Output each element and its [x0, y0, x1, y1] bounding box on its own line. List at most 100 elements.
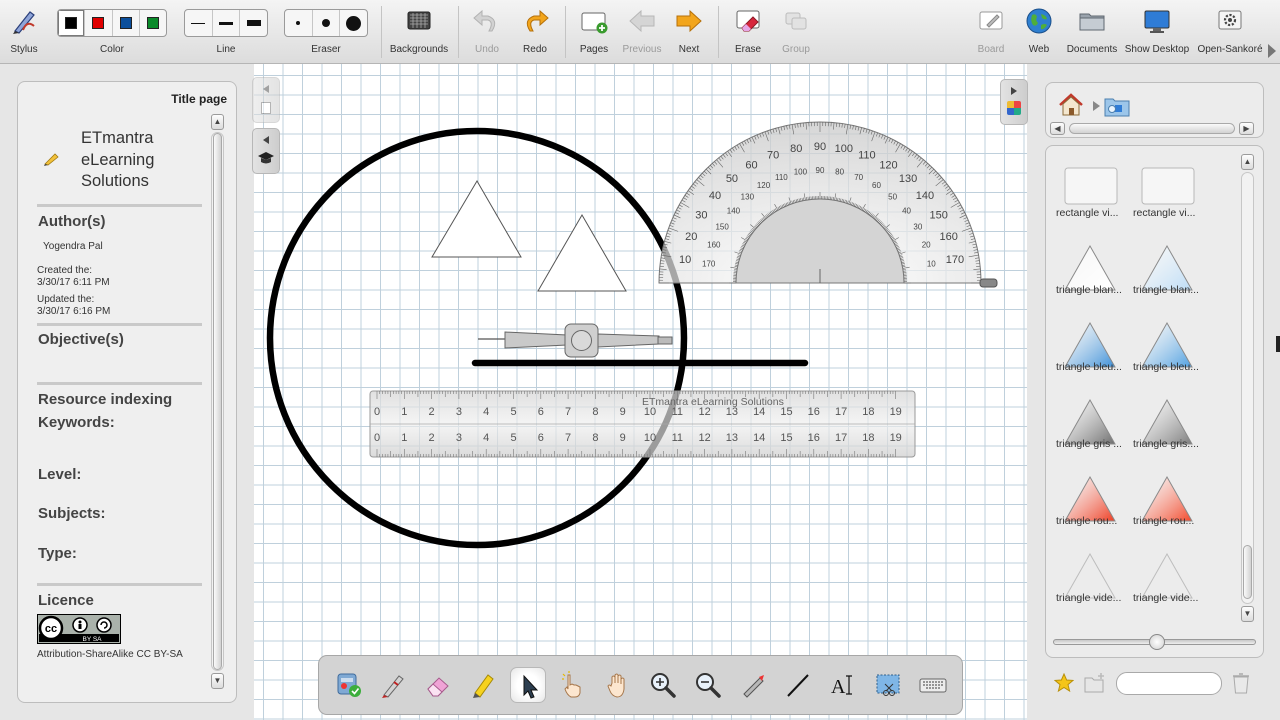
library-item[interactable]: triangle rou...: [1133, 474, 1208, 544]
tools-dock: A: [318, 655, 963, 715]
protractor-number: 50: [726, 173, 738, 185]
library-item[interactable]: rectangle vi...: [1056, 166, 1131, 236]
library-item[interactable]: triangle gris ...: [1056, 397, 1131, 467]
text-tool-button[interactable]: A: [825, 667, 861, 703]
library-item[interactable]: triangle vide...: [1133, 551, 1208, 621]
erase-button[interactable]: Erase: [726, 0, 770, 64]
ruler-number: 19: [890, 432, 902, 444]
zoom-in-tool-button[interactable]: [645, 667, 681, 703]
show-desktop-button[interactable]: Show Desktop: [1123, 0, 1191, 64]
compass-tool[interactable]: [478, 323, 673, 358]
document-properties-tab[interactable]: [252, 128, 280, 174]
shapes-folder-icon[interactable]: [1103, 94, 1131, 118]
library-item[interactable]: triangle blan...: [1133, 243, 1208, 313]
ruler-number: 6: [538, 406, 544, 418]
pen-tool-button[interactable]: [375, 667, 411, 703]
library-panel-tab[interactable]: [1000, 79, 1028, 125]
scroll-down-button[interactable]: ▼: [211, 673, 224, 689]
laser-pointer-tool-button[interactable]: [735, 667, 771, 703]
next-button[interactable]: Next: [667, 0, 711, 64]
scroll-down-button[interactable]: ▼: [1241, 606, 1254, 622]
group-button[interactable]: Group: [774, 0, 818, 64]
triangle-shape[interactable]: [537, 214, 627, 292]
keyboard-icon: [919, 678, 947, 693]
library-item[interactable]: triangle bleu...: [1133, 320, 1208, 390]
scroll-right-button[interactable]: ▶: [1239, 122, 1254, 135]
select-all-tool-button[interactable]: [331, 667, 367, 703]
open-sankore-button[interactable]: Open-Sankoré: [1194, 0, 1266, 64]
library-item[interactable]: triangle vide...: [1056, 551, 1131, 621]
protractor-number: 50: [888, 192, 897, 201]
edit-pencil-icon[interactable]: [44, 152, 60, 166]
left-panel-scrollbar[interactable]: ▲ ▼: [211, 114, 224, 689]
slider-handle[interactable]: [1149, 634, 1165, 650]
scroll-thumb[interactable]: [1243, 545, 1252, 599]
capture-tool-button[interactable]: [870, 667, 906, 703]
board-mode-button[interactable]: Board: [969, 0, 1013, 64]
erase-board-icon: [736, 10, 760, 32]
library-item-label: triangle rou...: [1133, 515, 1195, 527]
library-item[interactable]: triangle rou...: [1056, 474, 1131, 544]
ruler-number: 11: [672, 432, 683, 444]
home-icon[interactable]: [1058, 93, 1084, 117]
favorites-star-icon[interactable]: [1054, 673, 1074, 693]
protractor-number: 70: [854, 173, 863, 182]
library-scrollbar[interactable]: ▲ ▼: [1241, 154, 1254, 622]
protractor-number: 30: [695, 210, 707, 222]
protractor-number: 40: [709, 190, 721, 202]
library-item-label: triangle rou...: [1056, 515, 1118, 527]
line-tool-button[interactable]: [780, 667, 816, 703]
scroll-track[interactable]: [1241, 172, 1254, 604]
virtual-keyboard-tool-button[interactable]: [915, 667, 951, 703]
backgrounds-button[interactable]: Backgrounds: [386, 0, 452, 64]
board-icon: [979, 11, 1003, 30]
previous-button[interactable]: Previous: [618, 0, 666, 64]
breadcrumb-hscrollbar[interactable]: ◀ ▶: [1050, 122, 1254, 135]
scroll-thumb[interactable]: [213, 133, 222, 670]
undo-button[interactable]: Undo: [465, 0, 509, 64]
library-item[interactable]: rectangle vi...: [1133, 166, 1208, 236]
document-title[interactable]: ETmantra eLearning Solutions: [81, 128, 201, 193]
zoom-in-icon: [651, 673, 676, 698]
title-page-label: Title page: [171, 92, 227, 106]
toolbar-divider: [458, 6, 459, 58]
left-panel-collapse-tab[interactable]: [252, 77, 280, 123]
redo-icon: [526, 9, 549, 32]
protractor-handle[interactable]: [979, 278, 998, 288]
protractor-tool[interactable]: 1020304050607080 90 1001101201301401501601…: [658, 121, 998, 288]
scroll-up-button[interactable]: ▲: [1241, 154, 1254, 170]
scroll-up-button[interactable]: ▲: [211, 114, 224, 130]
pages-button[interactable]: Pages: [572, 0, 616, 64]
library-item-label: triangle bleu...: [1133, 361, 1199, 373]
interact-tool-button[interactable]: [555, 667, 591, 703]
scroll-left-button[interactable]: ◀: [1050, 122, 1065, 135]
trash-icon[interactable]: [1231, 672, 1251, 694]
eraser-tool-button[interactable]: [420, 667, 456, 703]
zoom-out-tool-button[interactable]: [690, 667, 726, 703]
ruler-number: 13: [726, 432, 738, 444]
undo-label: Undo: [475, 44, 499, 55]
library-search-input[interactable]: [1116, 672, 1222, 695]
documents-button[interactable]: Documents: [1065, 0, 1119, 64]
library-item[interactable]: triangle bleu...: [1056, 320, 1131, 390]
library-item[interactable]: triangle blan...: [1056, 243, 1131, 313]
triangle-shape[interactable]: [431, 180, 522, 258]
arrow-cursor-icon: [523, 674, 539, 699]
hscroll-thumb[interactable]: [1069, 123, 1235, 134]
scroll-track[interactable]: [211, 132, 224, 671]
new-folder-icon[interactable]: [1083, 672, 1107, 694]
ruler-number: 18: [862, 432, 874, 444]
thumbnail-size-slider[interactable]: [1053, 634, 1256, 650]
ruler-tool[interactable]: 0 1 2 3 4 5 6 7 8 9 10 11 12 13 14 15 16 17 18 19 012345678…: [369, 390, 916, 458]
window-edge-handle[interactable]: [1276, 336, 1280, 352]
toolbar-overflow-handle[interactable]: [1268, 44, 1276, 58]
collapse-right-icon: [1011, 87, 1017, 95]
whiteboard-canvas[interactable]: 10 20 30 40 50 60 70 80 90 100 110 120 130 140 150 160 1…: [252, 64, 1028, 720]
stylus-button[interactable]: Stylus: [2, 0, 46, 64]
selector-tool-button[interactable]: [510, 667, 546, 703]
hand-tool-button[interactable]: [600, 667, 636, 703]
redo-button[interactable]: Redo: [513, 0, 557, 64]
web-button[interactable]: Web: [1017, 0, 1061, 64]
library-item[interactable]: triangle gris....: [1133, 397, 1208, 467]
highlighter-tool-button[interactable]: [465, 667, 501, 703]
